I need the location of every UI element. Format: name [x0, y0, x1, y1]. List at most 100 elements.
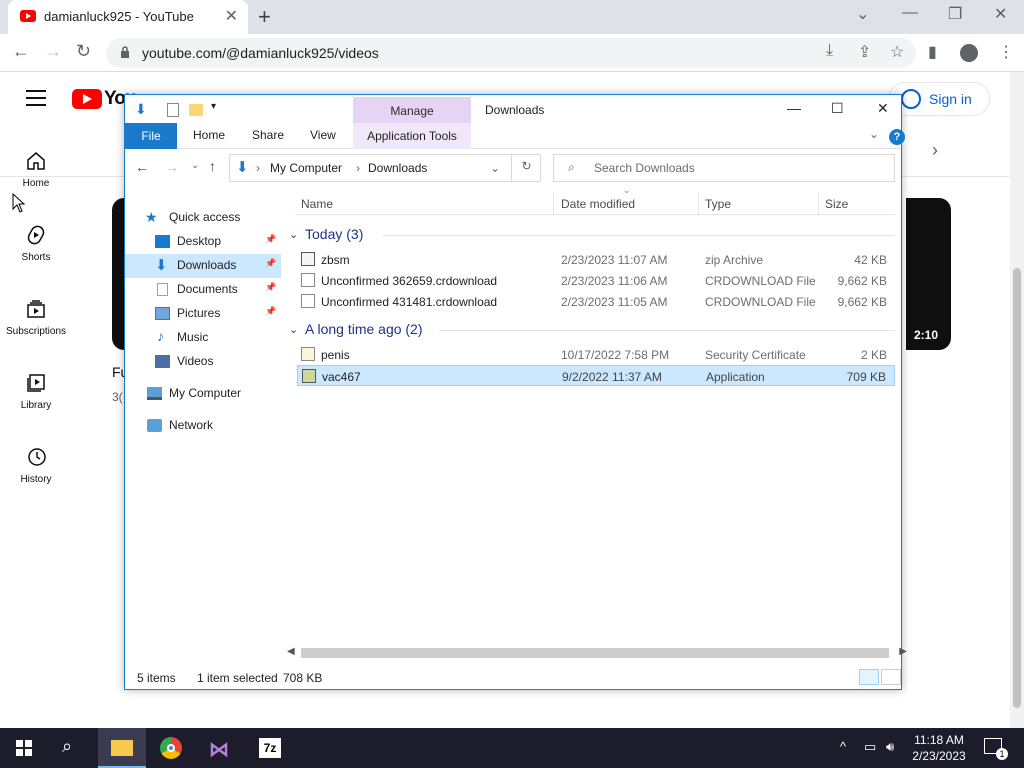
scrollbar-thumb[interactable] [301, 648, 889, 658]
refresh-button[interactable]: ↻ [511, 154, 541, 182]
group-collapse-icon[interactable]: ⌄ [289, 323, 298, 336]
tab-close-icon[interactable]: ✕ [225, 6, 238, 26]
nav-item-desktop[interactable]: Desktop 📌 [155, 230, 307, 254]
file-row[interactable]: penis 10/17/2022 7:58 PM Security Certif… [297, 344, 895, 365]
tab-share[interactable]: Share [252, 128, 284, 142]
menu-hamburger-icon[interactable] [26, 90, 46, 106]
column-date-modified[interactable]: Date modified [561, 197, 635, 211]
taskbar-file-explorer[interactable] [98, 728, 146, 768]
address-bar[interactable]: youtube.com/@damianluck925/videos [106, 38, 916, 68]
side-panel-icon[interactable]: ▮ [928, 42, 937, 62]
chevron-right-icon[interactable]: › [932, 140, 938, 161]
properties-icon[interactable] [167, 103, 179, 117]
new-folder-icon[interactable] [189, 104, 203, 116]
tab-search-icon[interactable]: ⌄ [856, 4, 869, 24]
breadcrumb-downloads[interactable]: Downloads [368, 161, 427, 175]
nav-item-music[interactable]: ♪ Music [155, 326, 307, 350]
forward-arrow-icon[interactable]: → [165, 159, 179, 175]
clock[interactable]: 11:18 AM 2/23/2023 [908, 732, 970, 764]
show-hidden-icons-icon[interactable]: ^ [840, 739, 846, 754]
search-icon[interactable]: ⌕ [62, 736, 72, 757]
taskbar-visual-studio[interactable]: ⋈ [196, 728, 244, 768]
group-collapse-icon[interactable]: ⌄ [289, 228, 298, 241]
address-dropdown-icon[interactable]: ⌄ [490, 161, 500, 175]
tab-application-tools[interactable]: Application Tools [353, 123, 471, 149]
pin-icon[interactable]: 📌 [265, 258, 276, 269]
chrome-menu-icon[interactable]: ⋮ [998, 42, 1014, 62]
scroll-right-icon[interactable]: ▶ [899, 646, 907, 657]
help-icon[interactable]: ? [889, 129, 905, 145]
pin-icon[interactable]: 📌 [265, 306, 276, 317]
file-row[interactable]: Unconfirmed 431481.crdownload 2/23/2023 … [297, 291, 895, 312]
browser-tab[interactable]: damianluck925 - YouTube ✕ [8, 0, 248, 34]
file-row[interactable]: zbsm 2/23/2023 11:07 AM zip Archive 42 K… [297, 249, 895, 270]
taskbar-chrome[interactable] [148, 728, 196, 768]
search-input[interactable]: ⌕ Search Downloads [553, 154, 895, 182]
breadcrumb-chevron-icon[interactable]: › [256, 161, 260, 175]
bookmark-star-icon[interactable]: ☆ [890, 42, 904, 62]
file-row[interactable]: Unconfirmed 362659.crdownload 2/23/2023 … [297, 270, 895, 291]
sidebar-item-history[interactable]: History [0, 446, 72, 485]
tab-file[interactable]: File [125, 123, 177, 149]
page-scrollbar[interactable] [1010, 72, 1024, 728]
column-divider[interactable] [553, 193, 554, 215]
pin-icon[interactable]: 📌 [265, 282, 276, 293]
minimize-button[interactable]: — [902, 4, 918, 22]
new-tab-button[interactable]: + [258, 4, 271, 30]
install-app-icon[interactable]: ⤓ [826, 42, 833, 60]
up-arrow-icon[interactable]: ↑ [209, 158, 216, 174]
scrollbar-thumb[interactable] [1013, 268, 1021, 708]
column-divider[interactable] [818, 193, 819, 215]
maximize-button[interactable]: ☐ [831, 100, 844, 117]
sidebar-item-subscriptions[interactable]: Subscriptions [0, 298, 72, 337]
address-bar[interactable]: ⬇ › My Computer › Downloads ⌄ [229, 154, 541, 182]
forward-button[interactable]: → [44, 41, 62, 62]
nav-item-downloads[interactable]: ⬇ Downloads 📌 [155, 254, 307, 278]
tab-home[interactable]: Home [193, 128, 225, 142]
tab-view[interactable]: View [310, 128, 336, 142]
customize-qat-icon[interactable]: ▾ [211, 101, 216, 112]
minimize-button[interactable]: — [787, 100, 801, 116]
nav-item-my-computer[interactable]: My Computer [147, 382, 299, 406]
column-size[interactable]: Size [825, 197, 848, 211]
taskbar-7zip[interactable]: 7z [246, 728, 294, 768]
group-header-today[interactable]: Today (3) [305, 226, 363, 242]
back-arrow-icon[interactable]: ← [135, 159, 149, 175]
scroll-left-icon[interactable]: ◀ [287, 646, 295, 657]
profile-avatar-icon[interactable] [960, 44, 978, 62]
breadcrumb-my-computer[interactable]: My Computer [270, 161, 342, 175]
sidebar-item-library[interactable]: Library [0, 372, 72, 411]
sidebar-item-shorts[interactable]: Shorts [0, 224, 72, 263]
nav-item-network[interactable]: Network [147, 414, 299, 438]
nav-item-pictures[interactable]: Pictures 📌 [155, 302, 307, 326]
column-type[interactable]: Type [705, 197, 731, 211]
windows-start-icon[interactable] [16, 740, 32, 756]
group-header-long-ago[interactable]: A long time ago (2) [305, 321, 423, 337]
nav-item-documents[interactable]: Documents 📌 [155, 278, 307, 302]
sidebar-item-home[interactable]: Home [0, 150, 72, 189]
nav-item-videos[interactable]: Videos [155, 350, 307, 374]
pin-icon[interactable]: 📌 [265, 234, 276, 245]
share-icon[interactable]: ⇪ [858, 42, 871, 62]
column-divider[interactable] [698, 193, 699, 215]
horizontal-scrollbar[interactable]: ◀ ▶ [287, 645, 907, 661]
download-arrow-icon: ⬇ [135, 101, 147, 117]
manage-contextual-tab[interactable]: Manage [353, 97, 471, 123]
file-row-selected[interactable]: vac467 9/2/2022 11:37 AM Application 709… [297, 365, 895, 386]
recent-locations-icon[interactable]: ⌄ [191, 160, 199, 171]
youtube-logo-icon[interactable] [72, 89, 102, 109]
restore-button[interactable]: ❐ [948, 4, 962, 24]
nav-item-quick-access[interactable]: ★ Quick access [145, 206, 297, 230]
network-tray-icon[interactable]: ▭ [864, 739, 876, 755]
expand-ribbon-icon[interactable]: ⌄ [869, 127, 879, 141]
column-name[interactable]: Name [301, 197, 333, 211]
volume-icon[interactable]: 🔊︎ [886, 739, 894, 755]
reload-button[interactable]: ↻ [76, 41, 91, 62]
back-button[interactable]: ← [12, 41, 30, 62]
details-view-icon[interactable] [859, 669, 879, 685]
sign-in-button[interactable]: Sign in [888, 82, 990, 116]
large-icons-view-icon[interactable] [881, 669, 901, 685]
close-window-button[interactable]: ✕ [994, 4, 1007, 24]
breadcrumb-chevron-icon[interactable]: › [356, 161, 360, 175]
close-button[interactable]: ✕ [877, 100, 889, 117]
